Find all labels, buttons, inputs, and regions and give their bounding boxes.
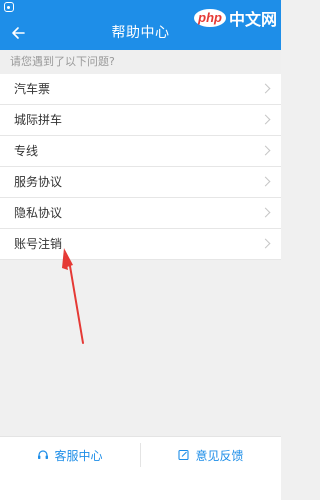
list-item-label: 汽车票 — [14, 82, 51, 96]
header-bar: 帮助中心 php 中文网 — [0, 9, 281, 50]
list-item-bus-tickets[interactable]: 汽车票 — [0, 74, 281, 105]
watermark-badge: php — [194, 9, 226, 27]
chevron-right-icon — [260, 145, 271, 156]
list-item-service-agreement[interactable]: 服务协议 — [0, 167, 281, 198]
chevron-right-icon — [260, 238, 271, 249]
feedback-button[interactable]: 意见反馈 — [141, 437, 281, 473]
bottom-action-bar: 客服中心 意见反馈 — [0, 436, 281, 500]
customer-service-button[interactable]: 客服中心 — [0, 437, 140, 473]
empty-content-area — [0, 260, 281, 436]
edit-icon — [178, 449, 190, 461]
list-item-express-line[interactable]: 专线 — [0, 136, 281, 167]
chevron-right-icon — [260, 207, 271, 218]
help-list: 汽车票 城际拼车 专线 服务协议 隐私协议 账号注销 — [0, 74, 281, 260]
app-notification-icon — [4, 2, 14, 12]
customer-service-label: 客服中心 — [54, 448, 103, 463]
chevron-right-icon — [260, 176, 271, 187]
list-item-privacy-agreement[interactable]: 隐私协议 — [0, 198, 281, 229]
chevron-right-icon — [260, 114, 271, 125]
list-item-label: 隐私协议 — [14, 206, 63, 220]
watermark-text: 中文网 — [228, 12, 277, 29]
feedback-label: 意见反馈 — [195, 448, 244, 463]
watermark-logo: php 中文网 — [194, 4, 277, 32]
list-item-label: 城际拼车 — [14, 113, 63, 127]
headset-icon — [38, 450, 49, 459]
list-item-label: 专线 — [14, 144, 39, 158]
list-item-label: 账号注销 — [14, 237, 63, 251]
section-hint: 请您遇到了以下问题? — [0, 50, 281, 74]
list-item-account-cancellation[interactable]: 账号注销 — [0, 229, 281, 260]
chevron-right-icon — [260, 83, 271, 94]
list-item-label: 服务协议 — [14, 175, 63, 189]
list-item-intercity-carpool[interactable]: 城际拼车 — [0, 105, 281, 136]
